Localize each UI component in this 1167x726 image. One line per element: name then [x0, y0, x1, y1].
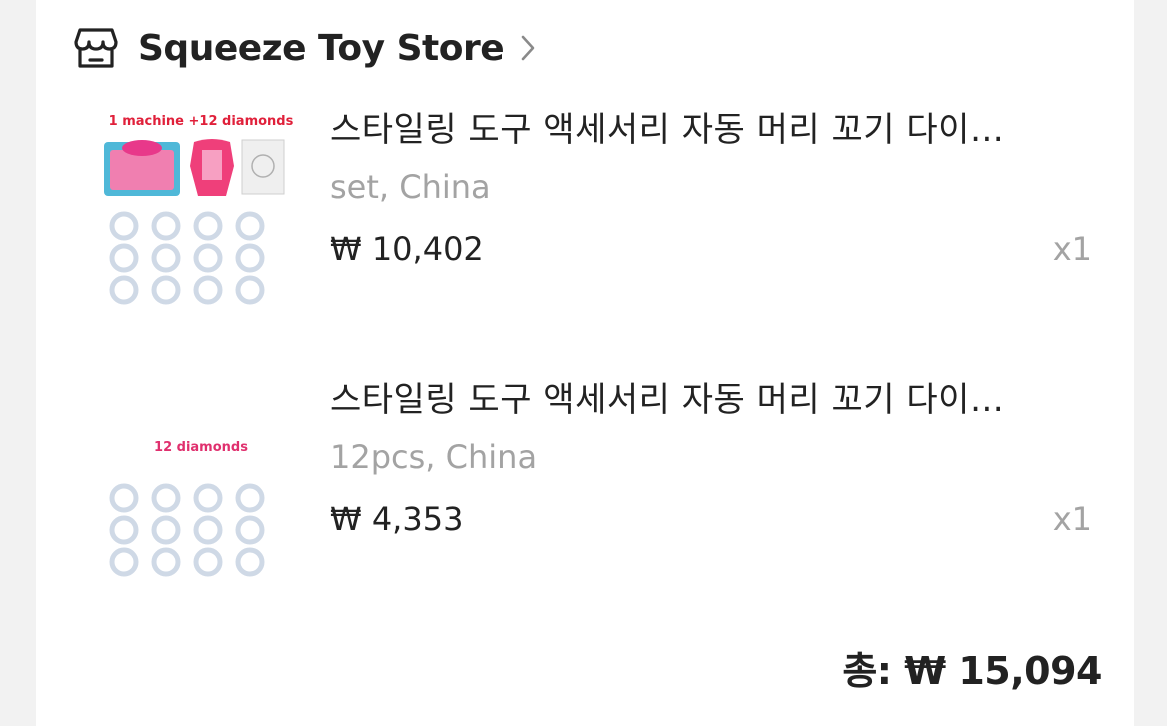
- product-thumbnail[interactable]: 1 machine +12 diamonds: [96, 96, 306, 336]
- thumbnail-caption: 12 diamonds: [154, 440, 248, 455]
- store-header[interactable]: Squeeze Toy Store: [70, 18, 536, 78]
- product-quantity: x1: [1052, 500, 1092, 538]
- product-variant: 12pcs, China: [330, 438, 538, 476]
- product-price: ₩ 4,353: [330, 500, 464, 538]
- product-variant: set, China: [330, 168, 491, 206]
- order-total: 총: ₩ 15,094: [842, 649, 1102, 693]
- store-name[interactable]: Squeeze Toy Store: [138, 28, 505, 69]
- store-icon: [70, 22, 122, 74]
- product-quantity: x1: [1052, 230, 1092, 268]
- product-boxes-graphic: [104, 139, 285, 196]
- product-thumbnail[interactable]: 12 diamonds: [96, 366, 306, 606]
- product-title[interactable]: 스타일링 도구 액세서리 자동 머리 꼬기 다이…: [330, 372, 1090, 421]
- order-item[interactable]: 1 machine +12 diamonds 스타일링 도구 액세서리 자동 머…: [36, 96, 1134, 346]
- chevron-right-icon[interactable]: [520, 33, 536, 63]
- diamond-rings-graphic: [109, 483, 265, 577]
- product-title[interactable]: 스타일링 도구 액세서리 자동 머리 꼬기 다이…: [330, 102, 1090, 151]
- thumbnail-caption: 1 machine +12 diamonds: [108, 114, 294, 129]
- order-card: Squeeze Toy Store 1 machine +12 diamonds: [36, 0, 1134, 726]
- product-price: ₩ 10,402: [330, 230, 484, 268]
- order-item[interactable]: 12 diamonds 스타일링 도구 액세서리 자동 머리 꼬기 다이… 12…: [36, 366, 1134, 616]
- diamond-rings-graphic: [109, 211, 265, 305]
